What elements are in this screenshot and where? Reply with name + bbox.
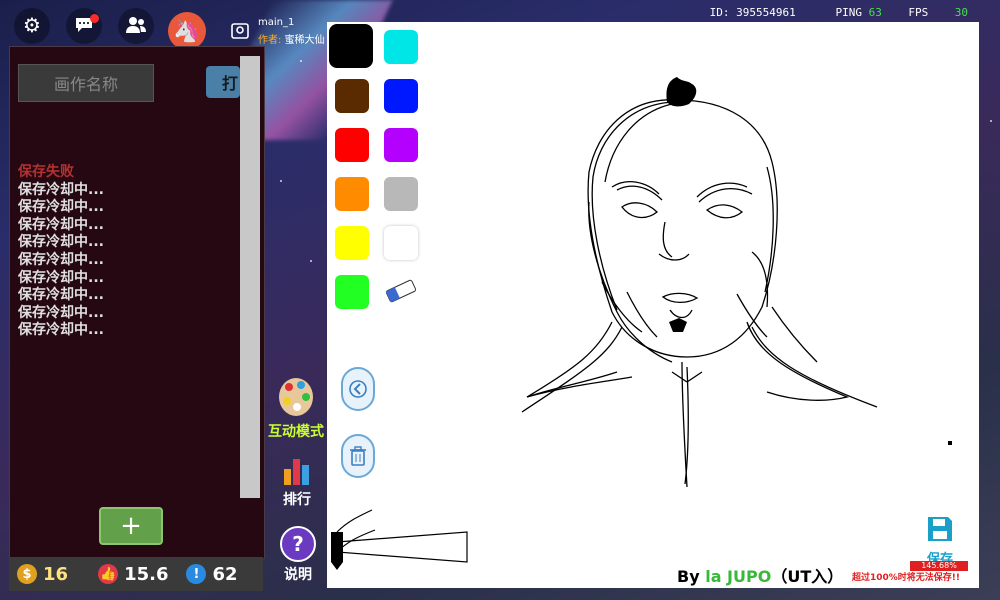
byline-name: la JUPO	[705, 567, 772, 586]
friends-icon[interactable]	[121, 10, 151, 40]
canvas-dot	[948, 441, 952, 445]
drawing-canvas[interactable]: By la JUPO（UT入） 保存 145.68% 超过100%时将无法保存!…	[327, 22, 979, 588]
like-icon: 👍	[98, 564, 119, 584]
log-line: 保存冷却中...	[18, 304, 104, 321]
like-count: 15.6	[124, 563, 169, 585]
alert-count: 62	[212, 563, 238, 585]
interact-mode-label: 互动模式	[268, 424, 324, 440]
player-id: ID: 395554961	[709, 6, 796, 19]
star	[310, 260, 312, 262]
log-line: 保存冷却中...	[18, 322, 104, 339]
log-line: 保存冷却中...	[18, 181, 104, 198]
log-line: 保存冷却中...	[18, 216, 104, 233]
add-button[interactable]: +	[99, 507, 163, 545]
map-pin-icon[interactable]	[225, 16, 255, 46]
ranking-icon	[284, 459, 309, 485]
coin-count: 16	[43, 563, 69, 585]
resource-bar: $ 16 👍 15.6 ! 62	[9, 557, 263, 591]
settings-gear-icon[interactable]: ⚙	[17, 10, 47, 40]
connection-stats: ID: 395554961 PING 63 FPS 30	[710, 6, 968, 19]
log-line: 保存冷却中...	[18, 287, 104, 304]
sketch-drawing	[331, 77, 878, 570]
author-name: 蜜稀大仙	[284, 35, 325, 46]
open-button[interactable]: 打	[206, 66, 240, 98]
save-warning: 超过100%时将无法保存!!	[852, 573, 961, 583]
star	[990, 120, 992, 122]
byline-prefix: By	[677, 567, 706, 586]
ping-label: PING	[835, 6, 863, 19]
coin-icon: $	[17, 564, 37, 584]
interact-mode-button[interactable]: 互动模式	[268, 375, 324, 441]
star	[300, 60, 302, 62]
byline-suffix: （UT入）	[771, 567, 844, 586]
author-label: 作者:	[258, 35, 282, 46]
fps-value: 30	[954, 6, 968, 19]
log-line: 保存冷却中...	[18, 234, 104, 251]
artwork-name-input[interactable]: 画作名称	[18, 64, 154, 102]
palette-icon	[279, 378, 313, 416]
log-line: 保存冷却中...	[18, 199, 104, 216]
panel-scrollbar[interactable]	[240, 56, 260, 498]
artist-byline: By la JUPO（UT入）	[677, 563, 843, 587]
player-avatar[interactable]: 🦄	[168, 12, 206, 50]
question-icon: ?	[280, 526, 316, 562]
save-log: 保存失败 保存冷却中... 保存冷却中... 保存冷却中... 保存冷却中...…	[18, 164, 228, 340]
log-line: 保存冷却中...	[18, 269, 104, 286]
log-line: 保存冷却中...	[18, 251, 104, 268]
help-button[interactable]: ? 说明	[280, 526, 316, 584]
star	[280, 180, 282, 182]
save-disk-icon	[928, 517, 952, 541]
ranking-button[interactable]: 排行	[282, 455, 312, 509]
log-line: 保存失败	[18, 164, 74, 180]
ranking-label: 排行	[283, 492, 311, 508]
alert-icon: !	[186, 564, 207, 584]
author-line: 作者: 蜜稀大仙	[258, 31, 325, 46]
fps-label: FPS	[908, 6, 929, 19]
ping-value: 63	[868, 6, 882, 19]
help-label: 说明	[284, 567, 312, 583]
save-button[interactable]: 保存	[919, 514, 961, 567]
notification-dot	[90, 14, 99, 23]
map-name: main_1	[258, 17, 295, 28]
